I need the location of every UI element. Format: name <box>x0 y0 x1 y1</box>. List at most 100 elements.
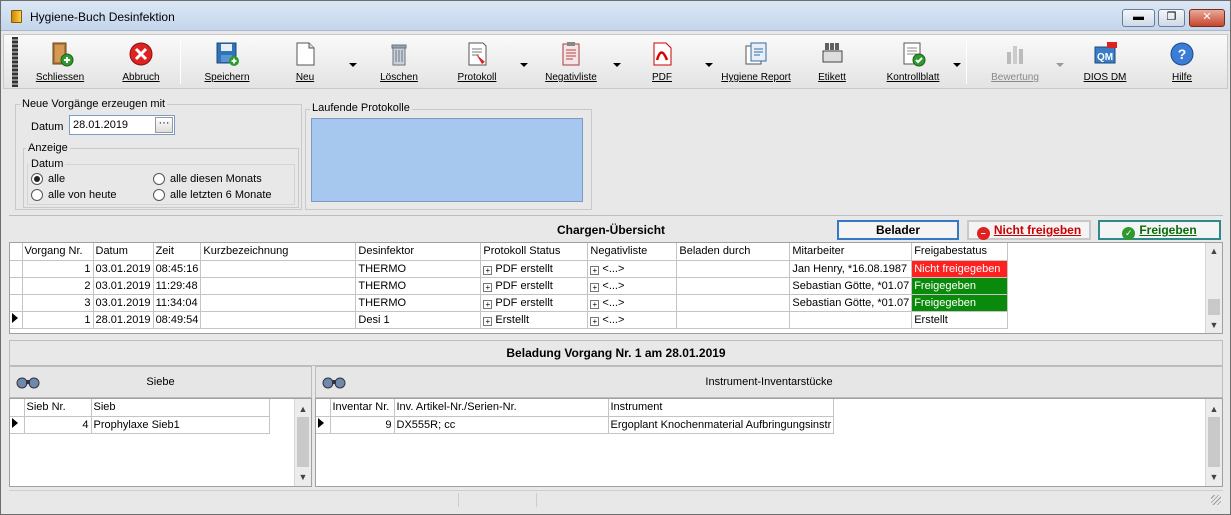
cell-freigabestatus[interactable]: Freigegeben <box>911 277 1009 295</box>
maximize-button[interactable]: ❐ <box>1158 9 1185 27</box>
col-negativliste[interactable]: Negativliste <box>587 243 678 261</box>
binoculars-icon[interactable] <box>322 375 346 389</box>
cell-kurzbezeichnung[interactable] <box>200 294 357 312</box>
col-vorgang-nr[interactable]: Vorgang Nr. <box>22 243 94 261</box>
cell-vorgang-nr[interactable]: 2 <box>22 277 94 295</box>
cell-protokoll-status[interactable]: + Erstellt <box>480 311 589 329</box>
cell-protokoll-status[interactable]: + PDF erstellt <box>480 277 589 295</box>
table-row[interactable]: 3 03.01.2019 11:34:04 THERMO + PDF erstel… <box>10 294 1009 312</box>
speichern-button[interactable]: Speichern <box>196 35 258 88</box>
belader-button[interactable]: Belader <box>837 220 959 240</box>
cell-datum[interactable]: 03.01.2019 <box>93 260 154 278</box>
radio-alle-letzten-6-monate[interactable] <box>153 189 165 201</box>
cell-kurzbezeichnung[interactable] <box>200 277 357 295</box>
kontrollblatt-dropdown-arrow[interactable] <box>953 63 961 67</box>
radio-alle-von-heute-label[interactable]: alle von heute <box>48 189 117 201</box>
radio-alle-diesen-monats-label[interactable]: alle diesen Monats <box>170 173 262 185</box>
cell-artikel-serien-nr[interactable]: DX555R; cc <box>394 416 609 434</box>
cell-desinfektor[interactable]: Desi 1 <box>355 311 482 329</box>
cell-mitarbeiter[interactable]: Jan Henry, *16.08.1987 <box>789 260 913 278</box>
cell-negativliste[interactable]: + <...> <box>587 294 678 312</box>
date-picker-button[interactable]: ··· <box>155 117 173 133</box>
cell-datum[interactable]: 03.01.2019 <box>93 294 154 312</box>
kontrollblatt-button[interactable]: Kontrollblatt <box>880 35 946 88</box>
cell-instrument[interactable]: Ergoplant Knochenmaterial Aufbringungsin… <box>608 416 835 434</box>
col-beladen-durch[interactable]: Beladen durch <box>676 243 791 261</box>
col-sieb[interactable]: Sieb <box>91 399 270 417</box>
col-mitarbeiter[interactable]: Mitarbeiter <box>789 243 913 261</box>
cell-desinfektor[interactable]: THERMO <box>355 277 482 295</box>
cell-zeit[interactable]: 08:49:54 <box>153 311 202 329</box>
expand-icon[interactable]: + <box>590 265 600 275</box>
scroll-thumb[interactable] <box>297 417 309 467</box>
col-kurzbezeichnung[interactable]: Kurzbezeichnung <box>200 243 357 261</box>
col-datum[interactable]: Datum <box>93 243 154 261</box>
protokoll-button[interactable]: Protokoll <box>447 35 507 88</box>
cell-sieb-nr[interactable]: 4 <box>24 416 92 434</box>
expand-icon[interactable]: + <box>590 316 600 326</box>
col-desinfektor[interactable]: Desinfektor <box>355 243 482 261</box>
minimize-button[interactable]: ▬ <box>1122 9 1155 27</box>
cell-datum[interactable]: 28.01.2019 <box>93 311 154 329</box>
cell-kurzbezeichnung[interactable] <box>200 311 357 329</box>
toolbar-grip[interactable] <box>12 37 18 87</box>
expand-icon[interactable]: + <box>590 282 600 292</box>
radio-alle-letzten-6-monate-label[interactable]: alle letzten 6 Monate <box>170 189 272 201</box>
scroll-down-icon[interactable]: ▼ <box>1206 469 1222 485</box>
cell-protokoll-status[interactable]: + PDF erstellt <box>480 260 589 278</box>
radio-alle-von-heute[interactable] <box>31 189 43 201</box>
loeschen-button[interactable]: Löschen <box>368 35 430 88</box>
table-row-selected[interactable]: 1 28.01.2019 08:49:54 Desi 1 + Erstellt +… <box>10 311 1009 329</box>
scroll-up-icon[interactable]: ▲ <box>1206 401 1222 417</box>
neu-button[interactable]: Neu <box>275 35 335 88</box>
hilfe-button[interactable]: ? Hilfe <box>1154 35 1210 88</box>
scroll-thumb[interactable] <box>1208 299 1220 315</box>
cell-desinfektor[interactable]: THERMO <box>355 260 482 278</box>
neu-dropdown-arrow[interactable] <box>349 63 357 67</box>
scroll-up-icon[interactable]: ▲ <box>295 401 311 417</box>
cell-beladen-durch[interactable] <box>676 277 791 295</box>
close-window-button[interactable]: ✕ <box>1189 9 1225 27</box>
cell-mitarbeiter[interactable]: Sebastian Götte, *01.07 <box>789 277 913 295</box>
chargen-scrollbar[interactable]: ▲ ▼ <box>1205 243 1222 333</box>
abbruch-button[interactable]: Abbruch <box>111 35 171 88</box>
dios-dm-button[interactable]: QM DIOS DM <box>1076 35 1134 88</box>
pdf-dropdown-arrow[interactable] <box>705 63 713 67</box>
cell-kurzbezeichnung[interactable] <box>200 260 357 278</box>
schliessen-button[interactable]: Schliessen <box>30 35 90 88</box>
expand-icon[interactable]: + <box>590 299 600 309</box>
siebe-scrollbar[interactable]: ▲ ▼ <box>294 399 311 486</box>
cell-beladen-durch[interactable] <box>676 294 791 312</box>
cell-freigabestatus[interactable]: Erstellt <box>911 311 1009 329</box>
binoculars-icon[interactable] <box>16 375 40 389</box>
table-row[interactable]: 1 03.01.2019 08:45:16 THERMO + PDF erstel… <box>10 260 1009 278</box>
negativliste-dropdown-arrow[interactable] <box>613 63 621 67</box>
cell-zeit[interactable]: 11:29:48 <box>153 277 202 295</box>
cell-protokoll-status[interactable]: + PDF erstellt <box>480 294 589 312</box>
table-row-selected[interactable]: 9 DX555R; cc Ergoplant Knochenmaterial A… <box>316 416 835 434</box>
cell-vorgang-nr[interactable]: 1 <box>22 311 94 329</box>
cell-inventar-nr[interactable]: 9 <box>330 416 395 434</box>
instrumente-scrollbar[interactable]: ▲ ▼ <box>1205 399 1222 486</box>
cell-desinfektor[interactable]: THERMO <box>355 294 482 312</box>
negativliste-button[interactable]: Negativliste <box>538 35 604 88</box>
cell-mitarbeiter[interactable] <box>789 311 913 329</box>
cell-zeit[interactable]: 08:45:16 <box>153 260 202 278</box>
col-inventar-nr[interactable]: Inventar Nr. <box>330 399 395 417</box>
bewertung-button[interactable]: Bewertung <box>982 35 1048 88</box>
cell-negativliste[interactable]: + <...> <box>587 277 678 295</box>
expand-icon[interactable]: + <box>483 299 493 309</box>
laufende-protokolle-list[interactable] <box>311 118 583 202</box>
cell-negativliste[interactable]: + <...> <box>587 260 678 278</box>
col-sieb-nr[interactable]: Sieb Nr. <box>24 399 92 417</box>
col-protokoll-status[interactable]: Protokoll Status <box>480 243 589 261</box>
cell-vorgang-nr[interactable]: 1 <box>22 260 94 278</box>
cell-beladen-durch[interactable] <box>676 260 791 278</box>
col-zeit[interactable]: Zeit <box>153 243 202 261</box>
etikett-button[interactable]: Etikett <box>804 35 860 88</box>
scroll-down-icon[interactable]: ▼ <box>1206 317 1222 333</box>
radio-alle-diesen-monats[interactable] <box>153 173 165 185</box>
protokoll-dropdown-arrow[interactable] <box>520 63 528 67</box>
cell-zeit[interactable]: 11:34:04 <box>153 294 202 312</box>
pdf-button[interactable]: PDF <box>632 35 692 88</box>
